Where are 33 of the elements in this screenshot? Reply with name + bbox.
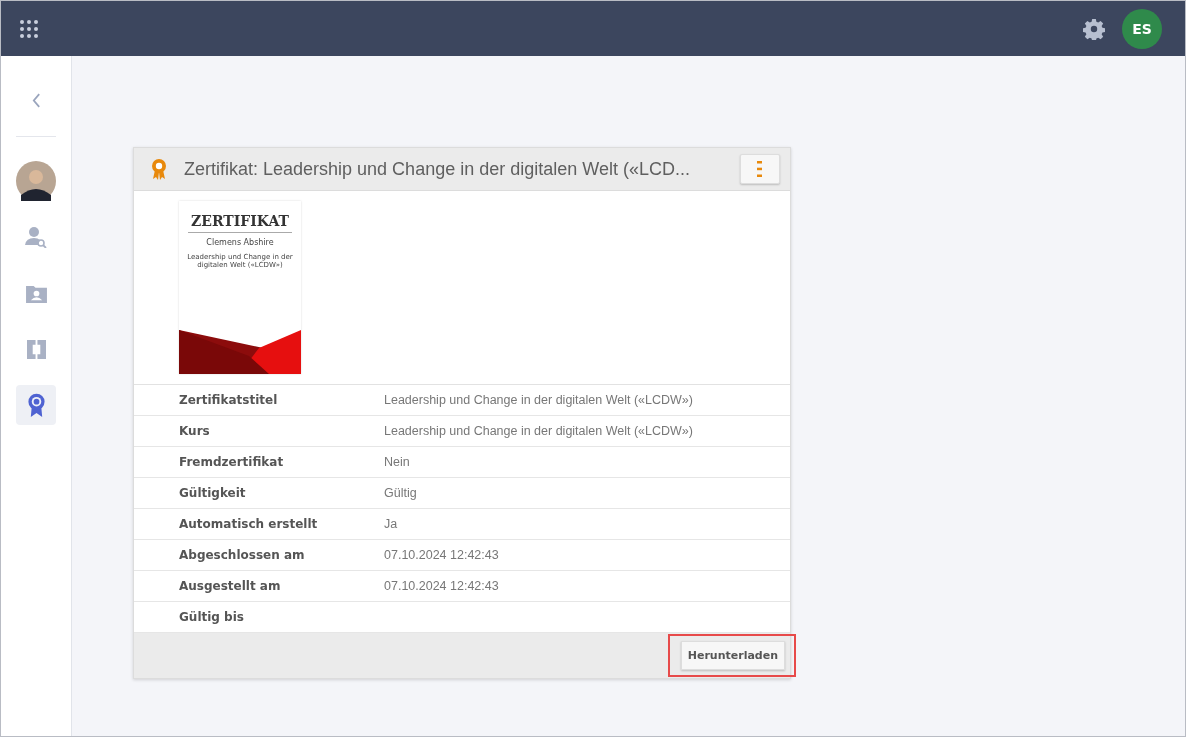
field-value: 07.10.2024 12:42:43 [384, 548, 499, 562]
field-value: Leadership und Change in der digitalen Welt («LCDW») [384, 424, 693, 438]
vertical-dots-icon [757, 160, 763, 178]
avatar [16, 161, 56, 201]
field-label: Automatisch erstellt [178, 517, 319, 531]
field-label: Kurs [178, 424, 211, 438]
document-name: Clemens Abshire [206, 238, 274, 247]
award-icon [26, 392, 46, 418]
apps-grid-icon[interactable] [19, 18, 39, 39]
field-value: Nein [384, 455, 410, 469]
profile-button[interactable] [16, 161, 56, 201]
more-button[interactable] [740, 154, 780, 184]
field-label: Gültigkeit [178, 486, 247, 500]
field-value: Ja [384, 517, 398, 531]
download-button[interactable]: Herunterladen [680, 641, 785, 670]
card-title: Zertifikat: Leadership und Change in der digitalen Welt («LCD... [184, 158, 691, 180]
field-value: 07.10.2024 12:42:43 [384, 579, 499, 593]
settings-icon[interactable] [1083, 17, 1105, 40]
document-heading: ZERTIFIKAT [191, 213, 289, 229]
field-label: Gültig bis [178, 610, 245, 624]
nav-item[interactable] [16, 385, 56, 425]
field-label: Abgeschlossen am [178, 548, 306, 562]
field-value: Leadership und Change in der digitalen Welt («LCDW») [384, 393, 693, 407]
award-icon [151, 158, 167, 180]
field-label: Ausgestellt am [178, 579, 282, 593]
contact-folder-icon [25, 283, 47, 303]
field-value: Gültig [384, 486, 417, 500]
field-label: Fremdzertifikat [178, 455, 285, 469]
field-label: Zertifikatstitel [178, 393, 279, 407]
person-search-icon [25, 226, 47, 248]
user-avatar[interactable]: ES [1122, 8, 1162, 49]
bracket-icon [26, 339, 46, 359]
back-icon [31, 92, 41, 108]
